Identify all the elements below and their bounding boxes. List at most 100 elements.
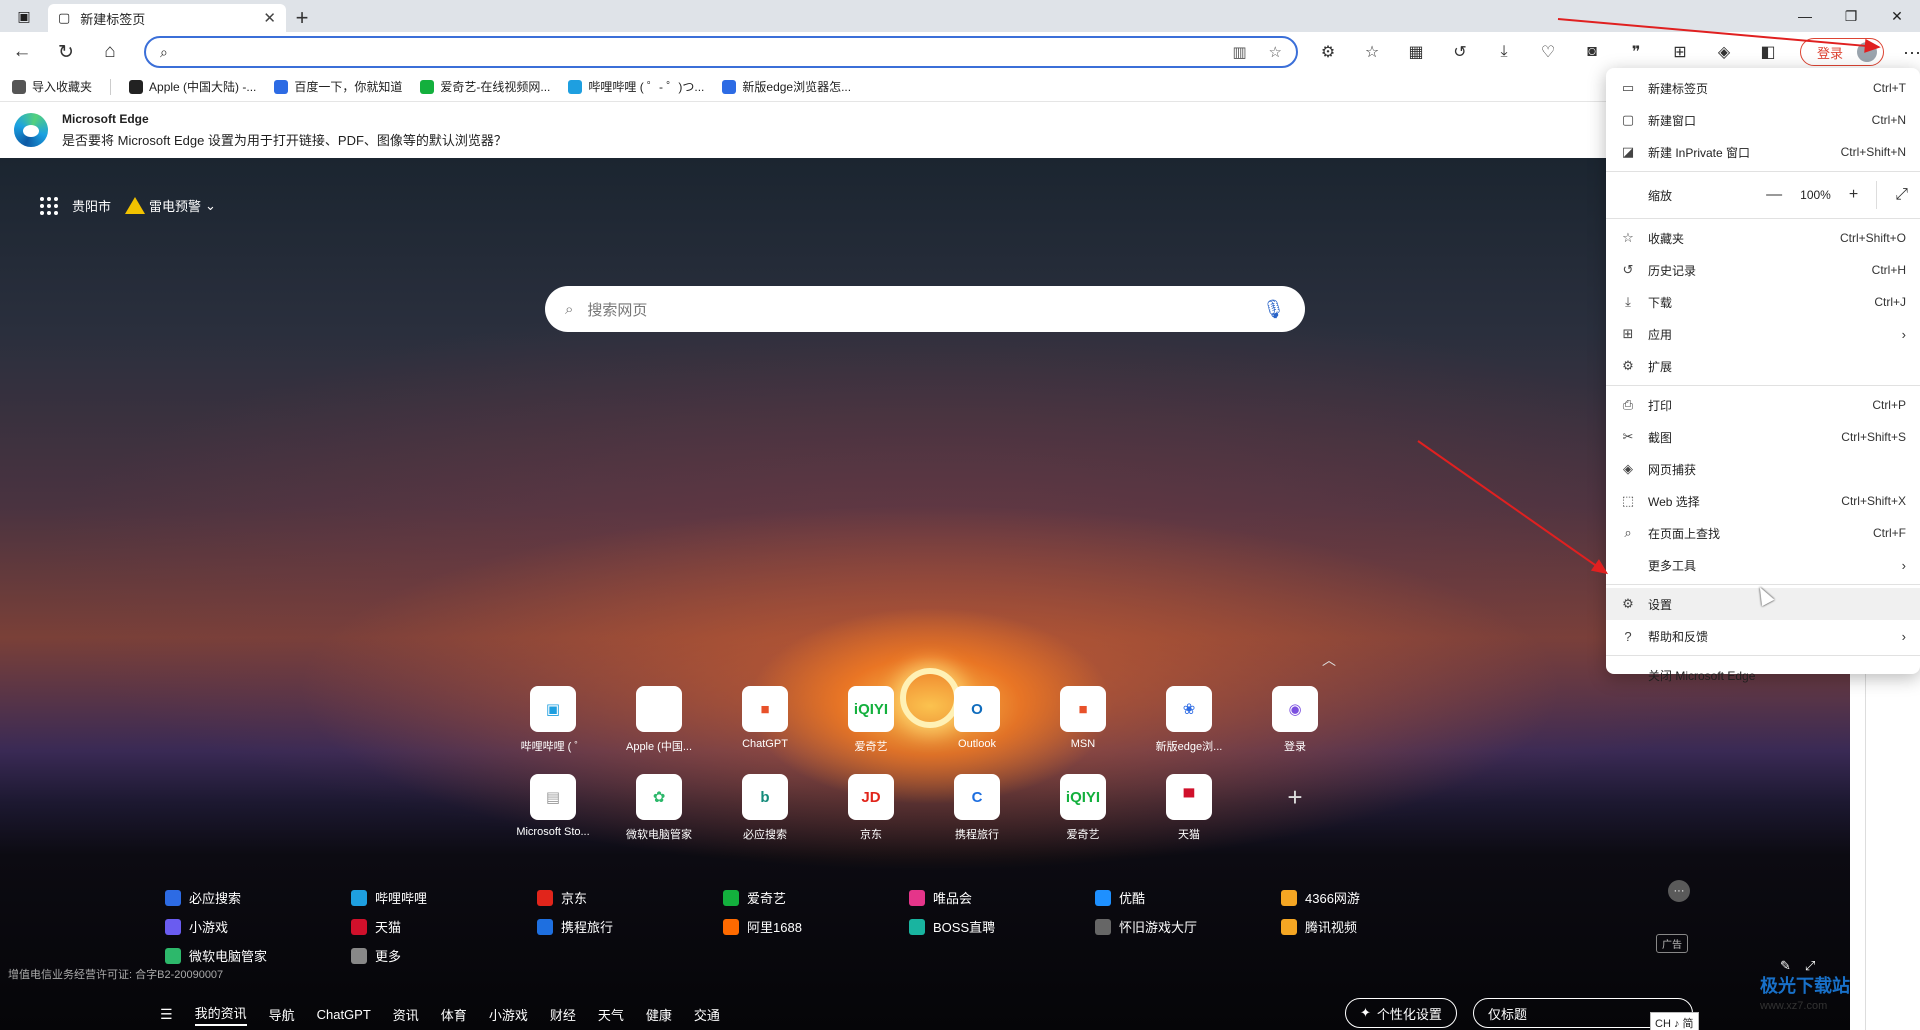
history-icon[interactable]: ↺: [1438, 32, 1482, 72]
feed-nav-item[interactable]: 天气: [598, 1005, 624, 1024]
top-site-tile[interactable]: ■ ChatGPT: [712, 686, 818, 754]
menu-item[interactable]: ⚙ 扩展: [1606, 350, 1920, 382]
top-site-tile[interactable]: ■ MSN: [1030, 686, 1136, 754]
quick-links-more-icon[interactable]: ···: [1668, 880, 1690, 902]
menu-item[interactable]: ⊞ 应用 ›: [1606, 318, 1920, 350]
top-site-tile[interactable]: ▤ Microsoft Sto...: [500, 774, 606, 842]
top-site-tile[interactable]: ✿ 微软电脑管家: [606, 774, 712, 842]
quick-link[interactable]: 爱奇艺: [723, 888, 909, 907]
menu-item[interactable]: ↺ 历史记录 Ctrl+H: [1606, 254, 1920, 286]
menu-item[interactable]: ▭ 新建标签页 Ctrl+T: [1606, 72, 1920, 104]
restore-icon[interactable]: ❐: [1828, 0, 1874, 32]
city-label[interactable]: 贵阳市: [72, 196, 111, 215]
extensions-icon[interactable]: ⚙: [1306, 32, 1350, 72]
close-tab-icon[interactable]: ✕: [263, 9, 276, 27]
quick-link[interactable]: 天猫: [351, 917, 537, 936]
web-search-box[interactable]: ⌕ 搜索网页 🎙: [545, 286, 1305, 332]
top-site-tile[interactable]: O Outlook: [924, 686, 1030, 754]
menu-item[interactable]: ? 帮助和反馈 ›: [1606, 620, 1920, 652]
favorite-item[interactable]: 爱奇艺-在线视频网...: [420, 78, 550, 95]
browser-essentials-icon[interactable]: ◈: [1702, 32, 1746, 72]
collapse-chevron-icon[interactable]: ︿: [1322, 650, 1336, 670]
favorites-icon[interactable]: ☆: [1350, 32, 1394, 72]
quick-link[interactable]: 4366网游: [1281, 888, 1467, 907]
top-site-tile[interactable]: C 携程旅行: [924, 774, 1030, 842]
license-text[interactable]: 增值电信业务经营许可证: 合字B2-20090007: [8, 966, 223, 982]
quick-link[interactable]: BOSS直聘: [909, 917, 1095, 936]
tab-actions-button[interactable]: ▣: [0, 0, 48, 32]
top-site-tile[interactable]: ▀ 天猫: [1136, 774, 1242, 842]
top-site-tile[interactable]: iQIYI 爱奇艺: [818, 686, 924, 754]
apps-icon[interactable]: ⊞: [1658, 32, 1702, 72]
feed-nav-item[interactable]: 交通: [694, 1005, 720, 1024]
quick-link[interactable]: 必应搜索: [165, 888, 351, 907]
quick-link[interactable]: 小游戏: [165, 917, 351, 936]
menu-item[interactable]: ⬚ Web 选择 Ctrl+Shift+X: [1606, 485, 1920, 517]
top-site-tile[interactable]: Apple (中国...: [606, 686, 712, 754]
menu-item[interactable]: ◈ 网页捕获: [1606, 453, 1920, 485]
feed-nav-item[interactable]: 体育: [441, 1005, 467, 1024]
screenshot-icon[interactable]: ◙: [1570, 32, 1614, 72]
quick-link[interactable]: 唯品会: [909, 888, 1095, 907]
back-button[interactable]: ←: [0, 32, 44, 72]
quick-link[interactable]: 携程旅行: [537, 917, 723, 936]
top-site-tile[interactable]: ▣ 哔哩哔哩 ( ゜: [500, 686, 606, 754]
feed-nav-item[interactable]: 健康: [646, 1005, 672, 1024]
top-site-tile[interactable]: iQIYI 爱奇艺: [1030, 774, 1136, 842]
add-shortcut-button[interactable]: +: [1242, 774, 1348, 842]
refresh-button[interactable]: ↻: [44, 32, 88, 72]
personalize-button[interactable]: ✦ 个性化设置: [1345, 998, 1457, 1028]
collections-icon[interactable]: ▦: [1394, 32, 1438, 72]
menu-item[interactable]: ⤓ 下载 Ctrl+J: [1606, 286, 1920, 318]
favorite-item[interactable]: 导入收藏夹: [12, 78, 92, 95]
app-launcher-icon[interactable]: [40, 196, 58, 215]
quick-link[interactable]: 京东: [537, 888, 723, 907]
top-site-tile[interactable]: ❀ 新版edge浏...: [1136, 686, 1242, 754]
new-tab-button[interactable]: +: [286, 4, 318, 32]
home-button[interactable]: ⌂: [88, 32, 132, 72]
menu-item[interactable]: ☆ 收藏夹 Ctrl+Shift+O: [1606, 222, 1920, 254]
edit-background-icon[interactable]: ✎: [1780, 958, 1791, 974]
feed-nav-item[interactable]: 财经: [550, 1005, 576, 1024]
feed-nav-item[interactable]: 小游戏: [489, 1005, 528, 1024]
menu-item[interactable]: 更多工具 ›: [1606, 549, 1920, 581]
quick-link[interactable]: 哔哩哔哩: [351, 888, 537, 907]
quick-link[interactable]: 阿里1688: [723, 917, 909, 936]
feed-nav-item[interactable]: 我的资讯: [194, 1003, 247, 1026]
quick-link[interactable]: 微软电脑管家: [165, 946, 351, 965]
immersive-reader-icon[interactable]: ▥: [1232, 43, 1246, 61]
feed-nav-item[interactable]: 资讯: [393, 1005, 419, 1024]
quick-link[interactable]: 更多: [351, 946, 537, 965]
quick-link[interactable]: 优酷: [1095, 888, 1281, 907]
fullscreen-icon[interactable]: ⤢: [1895, 186, 1908, 204]
favorite-item[interactable]: 哔哩哔哩 ( ゜- ゜)つ...: [568, 78, 704, 95]
weather-alert[interactable]: 雷电预警 ⌄: [125, 196, 216, 215]
ime-indicator[interactable]: CH ♪ 简: [1650, 1012, 1699, 1030]
microphone-icon[interactable]: 🎙: [1262, 299, 1285, 320]
zoom-in-button[interactable]: +: [1849, 186, 1858, 204]
downloads-icon[interactable]: ⤓: [1482, 32, 1526, 72]
quick-link[interactable]: 怀旧游戏大厅: [1095, 917, 1281, 936]
zoom-out-button[interactable]: —: [1766, 186, 1782, 204]
favorite-item[interactable]: 新版edge浏览器怎...: [722, 78, 851, 95]
tab-new-tab[interactable]: ▢ 新建标签页 ✕: [48, 4, 286, 32]
feed-nav-item[interactable]: 导航: [269, 1005, 295, 1024]
performance-icon[interactable]: ♡: [1526, 32, 1570, 72]
favorite-item[interactable]: Apple (中国大陆) -...: [129, 78, 256, 95]
quote-icon[interactable]: ❞: [1614, 32, 1658, 72]
menu-item[interactable]: ⎙ 打印 Ctrl+P: [1606, 389, 1920, 421]
more-options-button[interactable]: ···: [1892, 32, 1920, 72]
search-input[interactable]: 搜索网页: [587, 299, 647, 320]
menu-item[interactable]: ▢ 新建窗口 Ctrl+N: [1606, 104, 1920, 136]
menu-item[interactable]: ✂ 截图 Ctrl+Shift+S: [1606, 421, 1920, 453]
feed-nav-item[interactable]: ChatGPT: [317, 1007, 371, 1022]
expand-icon[interactable]: ⤢: [1805, 958, 1815, 974]
close-edge-item[interactable]: 关闭 Microsoft Edge: [1606, 659, 1920, 691]
minimize-icon[interactable]: —: [1782, 0, 1828, 32]
menu-item[interactable]: ◪ 新建 InPrivate 窗口 Ctrl+Shift+N: [1606, 136, 1920, 168]
close-window-icon[interactable]: ✕: [1874, 0, 1920, 32]
top-site-tile[interactable]: JD 京东: [818, 774, 924, 842]
favorite-item[interactable]: 百度一下，你就知道: [274, 78, 402, 95]
address-bar[interactable]: ⌕ ▥ ☆: [144, 36, 1298, 68]
add-favorite-icon[interactable]: ☆: [1269, 43, 1282, 61]
